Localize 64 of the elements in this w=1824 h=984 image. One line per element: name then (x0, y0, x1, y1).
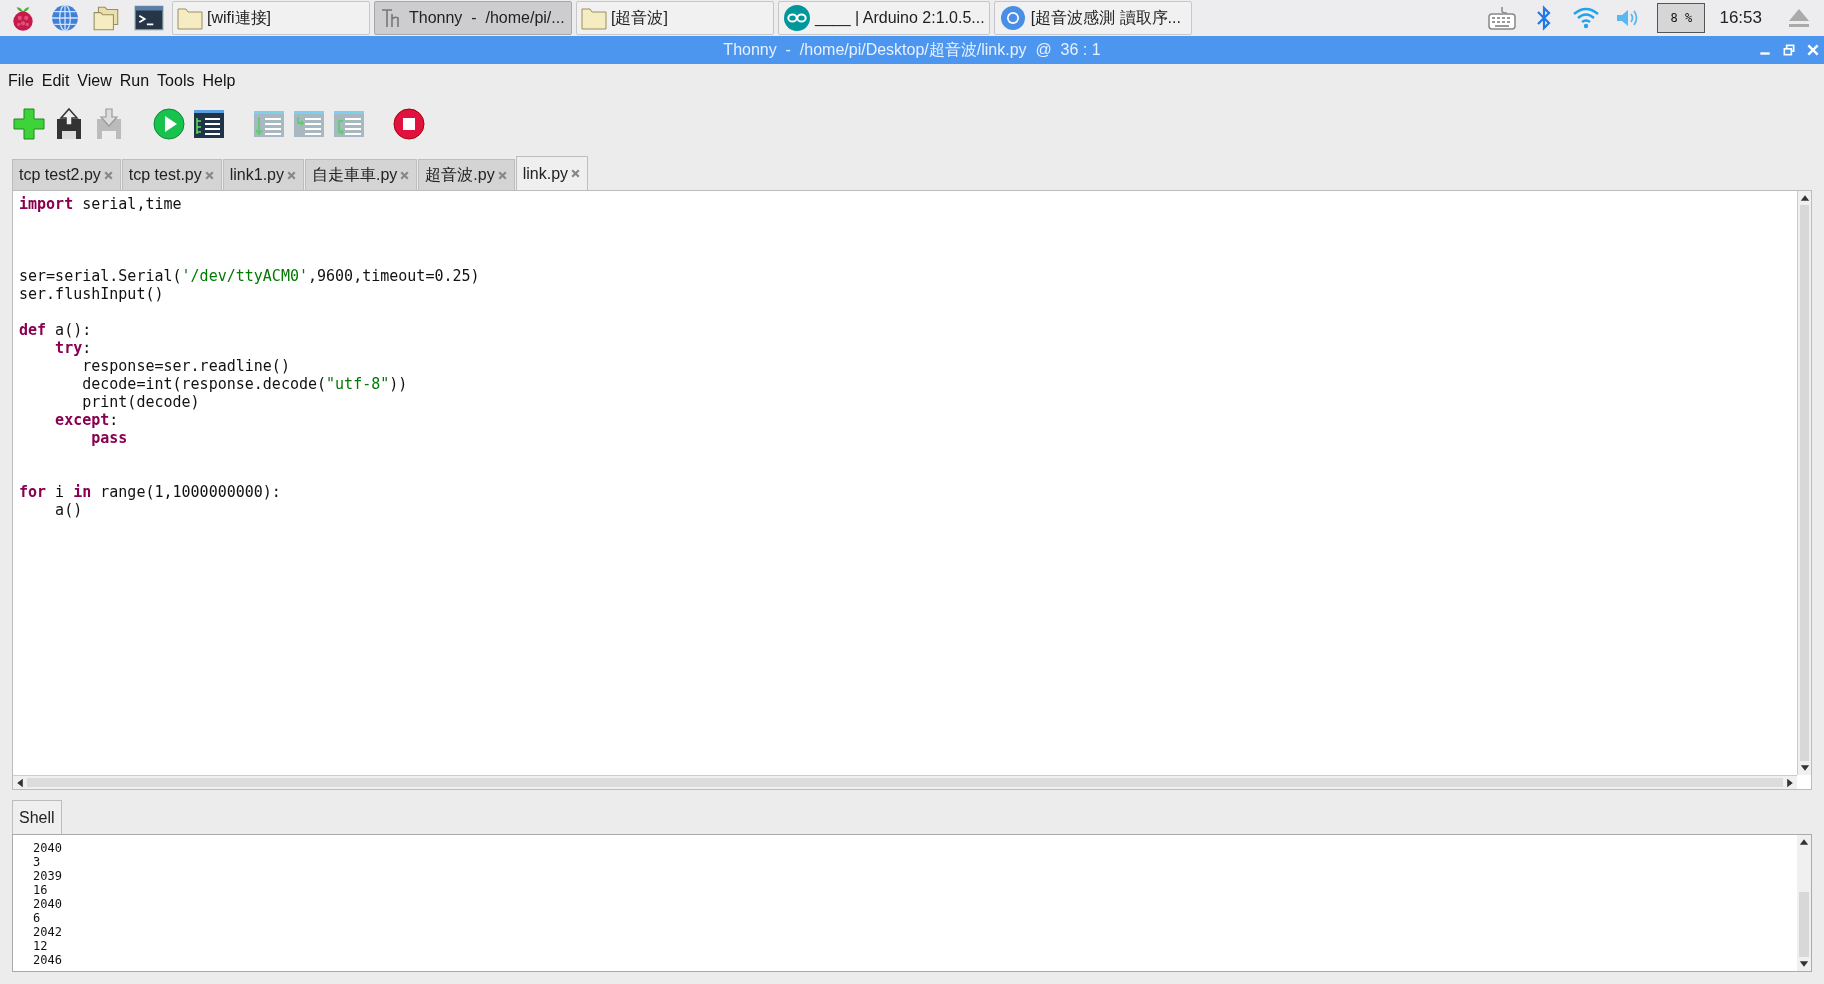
taskbar-window-button[interactable]: ____ | Arduino 2:1.0.5... (778, 1, 990, 35)
browser-icon (998, 4, 1027, 32)
shell-output-line: 6 (33, 911, 42, 925)
debug-list-icon[interactable] (192, 107, 226, 141)
code-line: response=ser.readline() (81, 357, 291, 375)
terminal-icon[interactable] (134, 3, 164, 33)
taskbar-window-button[interactable]: Thonny - /home/pi/... (374, 1, 572, 35)
close-icon[interactable] (570, 168, 582, 179)
shell-output-line: 12 (33, 939, 49, 953)
shell-output-line: 2042 (33, 925, 63, 939)
vertical-scrollbar[interactable] (1797, 835, 1811, 971)
globe-icon[interactable] (50, 3, 80, 33)
editor-tab[interactable]: tcp test.py (121, 159, 222, 190)
shell-output-line: 2046 (33, 953, 63, 967)
code-line: ser=serial.Serial('/dev/ttyACM0',9600,timeout=0.25) (19, 267, 481, 285)
shell-output-line: 2039 (33, 869, 63, 883)
restore-icon[interactable] (1782, 43, 1796, 57)
menu-item[interactable]: File (4, 72, 38, 90)
shell-output-line: 2040 (33, 897, 63, 911)
code-line: pass (90, 429, 129, 447)
menu-item[interactable]: View (73, 72, 116, 90)
close-icon[interactable] (286, 169, 297, 181)
clock[interactable]: 16:53 (1719, 8, 1762, 28)
stop-icon[interactable] (392, 107, 426, 141)
taskbar-window-button[interactable]: [超音波感測 讀取序... (993, 1, 1192, 35)
vertical-scrollbar[interactable] (1797, 191, 1811, 775)
folder-icon (581, 6, 607, 30)
editor-tab[interactable]: link.py (515, 156, 589, 190)
menu-item[interactable]: Run (115, 72, 154, 90)
editor-tab[interactable]: link1.py (222, 159, 304, 190)
window-title: Thonny - /home/pi/Desktop/超音波/link.py @ 36 : 1 (723, 39, 1101, 60)
code-line: except: (54, 411, 120, 429)
shell-output-line: 16 (33, 883, 49, 897)
code-line: a() (54, 501, 84, 519)
play-icon[interactable] (152, 107, 186, 141)
shell-output-line: 3 (33, 855, 42, 869)
shell-panel[interactable]: 2040 3 2039 16 2040 6 2042 12 2046 (12, 834, 1812, 972)
menu-item[interactable]: Edit (37, 72, 74, 90)
taskbar-window-button[interactable]: [wifi連接] (172, 1, 370, 35)
editor-tab[interactable]: 超音波.py (418, 159, 515, 190)
menu-item[interactable]: Help (198, 72, 240, 90)
infinity-logo-icon (783, 4, 811, 32)
code-line: try: (54, 339, 93, 357)
plus-icon[interactable] (12, 107, 46, 141)
editor-tab[interactable]: tcp test2.py (12, 159, 121, 190)
code-line: for i in range(1,1000000000): (19, 483, 282, 501)
code-line: ser.flushInput() (19, 285, 165, 303)
close-icon[interactable] (102, 169, 114, 181)
taskbar-window-button[interactable]: [超音波] (576, 1, 774, 35)
menu-item[interactable]: Tools (153, 72, 199, 90)
shell-tab[interactable]: Shell (12, 800, 62, 834)
close-icon[interactable] (399, 169, 411, 181)
code-line: import serial,time (19, 195, 183, 213)
close-icon[interactable] (496, 169, 508, 181)
shell-output-line: 2040 (33, 841, 63, 855)
code-line: decode=int(response.decode("utf-8")) (81, 375, 409, 393)
close-icon[interactable] (203, 169, 215, 181)
keyboard-icon[interactable] (1487, 4, 1518, 32)
cpu-monitor[interactable]: 8 % (1657, 3, 1706, 33)
editor-tab[interactable]: 自走車車.py (305, 159, 418, 190)
code-line: print(decode) (81, 393, 201, 411)
folder-icon (177, 6, 203, 30)
code-line: def a(): (19, 321, 93, 339)
horizontal-scrollbar[interactable] (13, 775, 1797, 789)
